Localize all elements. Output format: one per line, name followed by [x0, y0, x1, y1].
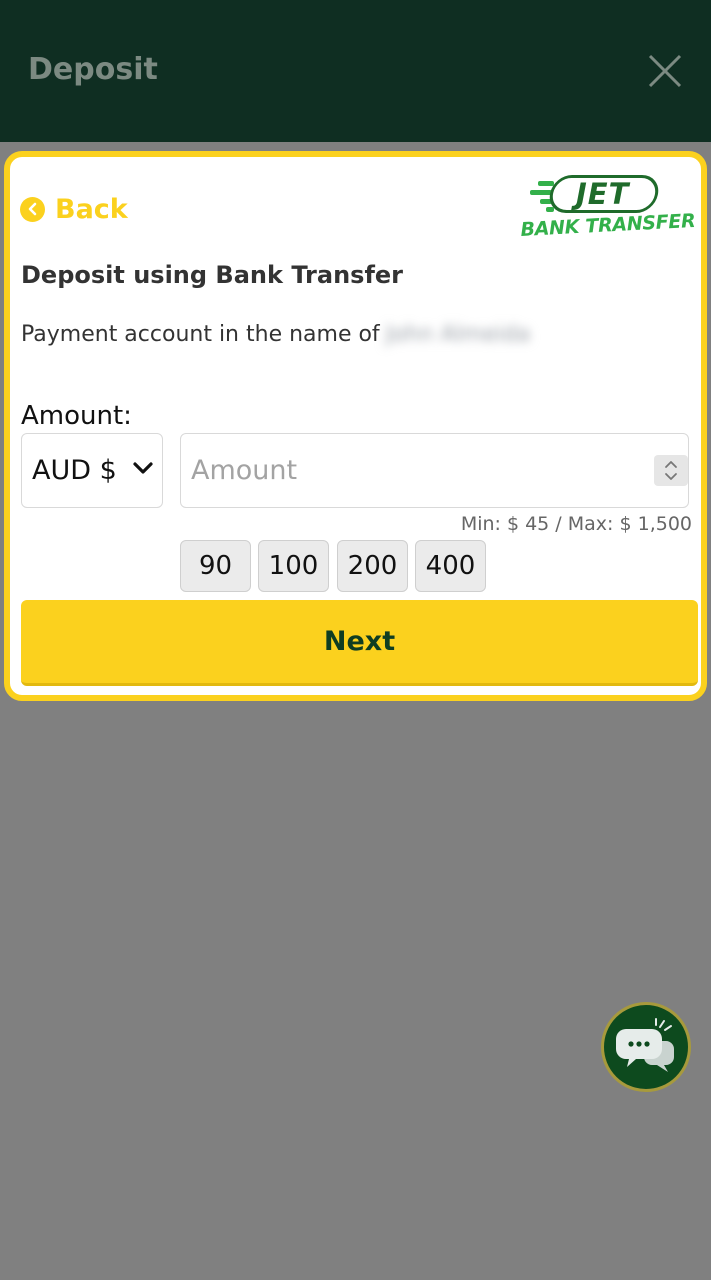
currency-select[interactable]: AUD $: [21, 433, 163, 508]
chat-bubbles-icon: [616, 1018, 674, 1072]
quick-amount-button[interactable]: 90: [180, 540, 251, 592]
chevron-down-icon: [133, 462, 153, 474]
amount-input[interactable]: [191, 434, 651, 507]
quick-amount-button[interactable]: 200: [337, 540, 408, 592]
close-button[interactable]: [644, 50, 686, 92]
account-prefix: Payment account in the name of: [21, 322, 380, 347]
header-bar: Deposit: [0, 0, 711, 142]
page-title: Deposit: [28, 52, 158, 87]
chat-button[interactable]: [601, 1002, 691, 1092]
amount-limits: Min: $ 45 / Max: $ 1,500: [460, 513, 692, 535]
back-label: Back: [55, 193, 128, 225]
next-label: Next: [323, 626, 396, 657]
jet-bank-transfer-logo: JET BANK TRANSFER: [516, 173, 700, 245]
back-button[interactable]: Back: [20, 191, 128, 227]
spinner-arrows-icon: [665, 461, 677, 480]
quick-amount-button[interactable]: 100: [258, 540, 329, 592]
payment-account-line: Payment account in the name of John Alme…: [21, 322, 530, 347]
next-button[interactable]: Next: [21, 600, 698, 686]
deposit-card: Back JET BANK TRANSFER Deposit using Ban…: [4, 151, 707, 701]
close-icon: [648, 54, 682, 88]
account-name: John Almeida: [385, 322, 531, 347]
deposit-screen: Deposit Back JET BANK TRANSFER Deposit u…: [0, 0, 711, 1280]
quick-amount-button[interactable]: 400: [415, 540, 486, 592]
currency-value: AUD $: [32, 455, 117, 486]
chevron-left-circle-icon: [20, 196, 45, 222]
logo-main-text: JET: [576, 177, 630, 211]
number-spinner[interactable]: [654, 455, 688, 486]
section-title: Deposit using Bank Transfer: [21, 261, 404, 289]
amount-label: Amount:: [21, 401, 132, 431]
logo-sub-text: BANK TRANSFER: [520, 209, 696, 241]
amount-field: [180, 433, 689, 508]
